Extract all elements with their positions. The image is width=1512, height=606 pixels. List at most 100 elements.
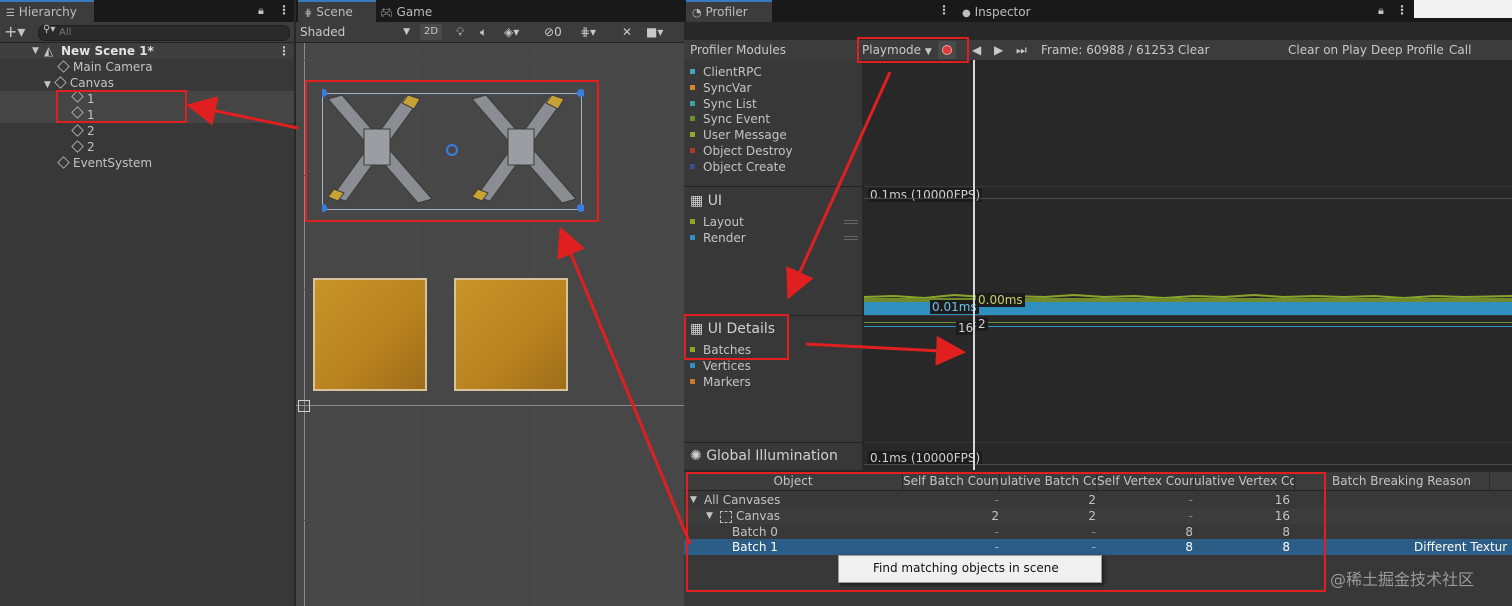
color-swatch-icon xyxy=(690,84,695,90)
search-placeholder: All xyxy=(59,27,72,38)
list-item[interactable]: EventSystem xyxy=(57,155,152,171)
grid-line xyxy=(296,60,684,61)
scene-menu-icon[interactable]: ⋮ xyxy=(278,43,290,59)
gameobject-icon xyxy=(57,60,70,73)
gi-module-header[interactable]: ✺ Global Illumination xyxy=(690,448,838,464)
network-legend-item[interactable]: Object Create xyxy=(690,159,786,175)
scene-tabbar: ⋕ Scene 🎮︎ Game xyxy=(296,0,684,22)
next-frame-icon[interactable]: ▶ xyxy=(994,42,1003,58)
tab-inspector[interactable]: ● Inspector xyxy=(956,2,1058,22)
shading-mode-dropdown[interactable]: Shaded ▼ xyxy=(300,24,410,40)
grid-line xyxy=(648,43,649,606)
clear-button[interactable]: Clear xyxy=(1178,42,1209,58)
network-legend-item[interactable]: ClientRPC xyxy=(690,64,762,80)
ui-legend-item[interactable]: Render xyxy=(690,230,746,246)
search-input[interactable]: ⚲▾ All xyxy=(38,24,290,41)
ui-details-legend-item[interactable]: Vertices xyxy=(690,358,751,374)
color-swatch-icon xyxy=(690,148,695,153)
ui-value-label-b: 0.00ms xyxy=(976,293,1025,307)
gameobject-icon xyxy=(54,76,67,89)
window-blank xyxy=(1414,0,1512,18)
ui-value-label-a: 0.01ms xyxy=(930,300,979,314)
tab-scene[interactable]: ⋕ Scene xyxy=(298,0,376,22)
network-legend-item[interactable]: SyncVar xyxy=(690,80,752,96)
network-legend-item[interactable]: Object Destroy xyxy=(690,143,793,159)
2d-toggle-button[interactable]: 2D xyxy=(420,24,442,40)
list-item[interactable]: ▼ Canvas xyxy=(44,75,114,91)
prev-frame-icon[interactable]: ◀ xyxy=(972,42,981,58)
expand-arrow-icon[interactable]: ▼ xyxy=(32,43,39,59)
watermark: @稀土掘金技术社区 xyxy=(1330,570,1475,589)
highlight-box-hierarchy xyxy=(56,90,187,123)
add-dropdown-button[interactable]: +▾ xyxy=(4,22,25,42)
deep-profile-button[interactable]: Deep Profile xyxy=(1371,42,1444,58)
module-legend-column: ClientRPC SyncVar Sync List Sync Event User … xyxy=(684,60,862,470)
color-swatch-icon xyxy=(690,132,695,138)
frame-counter: Frame: 60988 / 61253 xyxy=(1041,43,1175,57)
ui-module-header[interactable]: ▦ UI xyxy=(690,193,722,209)
highlight-box-ui-details xyxy=(684,314,789,360)
profiler-charts[interactable]: 0.1ms (10000FPS) 0.01ms 0.00ms 16 2 0.1m… xyxy=(864,60,1512,470)
lighting-icon[interactable]: 💡︎ xyxy=(456,24,464,40)
profiler-tabbar: ◔ Profiler ⋮ ● Inspector 🔒︎ ⋮ xyxy=(684,0,1512,22)
ui-details-value-b: 2 xyxy=(976,317,988,331)
list-item[interactable]: Main Camera xyxy=(57,59,153,75)
camera-icon[interactable]: ■▾ xyxy=(646,24,663,40)
unity-scene-icon: ◭ xyxy=(44,44,54,58)
color-swatch-icon xyxy=(690,378,695,384)
highlight-box-playmode xyxy=(857,37,969,63)
last-frame-icon[interactable]: ⏭ xyxy=(1016,42,1027,58)
grid-toggle-icon[interactable]: ⋕▾ xyxy=(580,24,596,40)
network-legend-item[interactable]: User Message xyxy=(690,127,787,143)
tools-icon[interactable]: ✕ xyxy=(622,24,632,40)
more-menu-icon[interactable]: ⋮ xyxy=(278,3,290,17)
gamepad-icon: 🎮︎ xyxy=(380,8,393,19)
drag-handle-icon[interactable] xyxy=(844,220,858,224)
tab-profiler[interactable]: ◔ Profiler xyxy=(686,0,772,22)
clear-on-play-button[interactable]: Clear on Play xyxy=(1288,42,1367,58)
color-swatch-icon xyxy=(690,69,695,74)
row-batch-breaking-reason xyxy=(1414,508,1512,524)
scene-row[interactable]: ▼ ◭ New Scene 1* ⋮ xyxy=(0,43,294,59)
more-menu-icon[interactable]: ⋮ xyxy=(938,3,950,17)
gi-scale-label: 0.1ms (10000FPS) xyxy=(868,451,983,465)
gi-icon: ✺ xyxy=(690,448,702,464)
highlight-box-table xyxy=(686,472,1326,592)
tab-hierarchy[interactable]: ☰ Hierarchy xyxy=(0,0,94,22)
tab-game[interactable]: 🎮︎ Game xyxy=(374,2,456,22)
call-stacks-button[interactable]: Call Stacks xyxy=(1449,42,1512,73)
lock-icon[interactable]: 🔒︎ xyxy=(258,4,264,18)
expand-arrow-icon[interactable]: ▼ xyxy=(44,80,51,90)
chevron-down-icon: ▼ xyxy=(403,27,410,37)
grid-icon: ⋕ xyxy=(304,8,313,19)
ui-icon: ▦ xyxy=(690,193,704,209)
list-item[interactable]: 2 xyxy=(71,139,95,155)
hierarchy-toolbar: +▾ ⚲▾ All xyxy=(0,22,294,43)
profiler-modules-dropdown[interactable]: Profiler Modules xyxy=(690,42,786,58)
visibility-icon[interactable]: ⊘0 xyxy=(544,24,562,40)
highlight-box-scene xyxy=(305,80,599,222)
network-legend-item[interactable]: Sync Event xyxy=(690,111,770,127)
ui-details-legend-item[interactable]: Markers xyxy=(690,374,751,390)
column-header-batch-breaking[interactable]: Batch Breaking Reason xyxy=(1314,472,1490,490)
audio-icon[interactable]: 🔈︎ xyxy=(480,24,487,40)
canvas-edge-line xyxy=(296,405,684,406)
canvas-pivot-handle[interactable] xyxy=(298,400,310,412)
color-swatch-icon xyxy=(690,116,695,122)
frame-cursor-line[interactable] xyxy=(973,60,975,470)
more-menu-icon[interactable]: ⋮ xyxy=(1396,3,1408,17)
color-swatch-icon xyxy=(690,362,695,368)
drag-handle-icon[interactable] xyxy=(844,236,858,240)
network-legend-item[interactable]: Sync List xyxy=(690,96,757,112)
ui-legend-item[interactable]: Layout xyxy=(690,214,744,230)
color-swatch-icon xyxy=(690,219,695,224)
list-item[interactable]: 2 xyxy=(71,123,95,139)
effects-icon[interactable]: ◈▾ xyxy=(504,24,519,40)
hierarchy-tabbar: ☰ Hierarchy 🔒︎ ⋮ xyxy=(0,0,294,22)
crate-sprite xyxy=(454,278,568,391)
color-swatch-icon xyxy=(690,234,695,240)
ui-scale-label: 0.1ms (10000FPS) xyxy=(868,188,983,202)
lock-icon[interactable]: 🔒︎ xyxy=(1378,4,1384,18)
grid-line xyxy=(296,520,684,521)
list-icon: ☰ xyxy=(6,8,15,19)
